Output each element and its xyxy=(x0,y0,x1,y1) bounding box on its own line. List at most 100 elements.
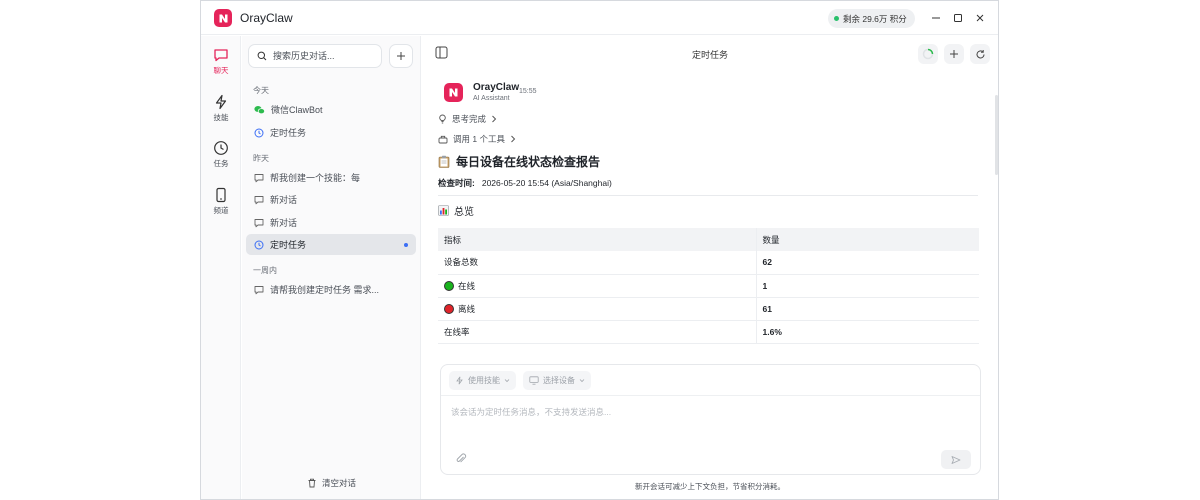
history-item-selected[interactable]: 定时任务 xyxy=(246,234,416,255)
new-session-button[interactable] xyxy=(944,44,964,64)
bar-chart-icon xyxy=(438,205,449,216)
chat-bubble-icon xyxy=(254,218,264,227)
search-box[interactable] xyxy=(248,44,382,68)
scrollbar[interactable] xyxy=(995,95,998,175)
metric-cell: 在线 xyxy=(438,274,757,298)
chevron-right-icon xyxy=(511,135,516,143)
send-button[interactable] xyxy=(941,450,971,469)
wechat-icon xyxy=(254,105,265,114)
app-logo-icon xyxy=(449,88,458,97)
assistant-name: OrayClaw xyxy=(473,82,520,93)
thinking-toggle[interactable]: 思考完成 xyxy=(438,113,497,125)
chat-bubble-icon xyxy=(254,173,264,182)
app-logo-icon xyxy=(214,9,232,27)
report-title-text: 每日设备在线状态检查报告 xyxy=(456,155,601,169)
history-item-label: 定时任务 xyxy=(270,240,307,250)
new-chat-button[interactable] xyxy=(389,44,413,68)
chat-header: 定时任务 xyxy=(422,36,998,70)
progress-indicator[interactable] xyxy=(918,44,938,64)
rail-item-channels[interactable]: 频道 xyxy=(201,187,241,227)
refresh-button[interactable] xyxy=(970,44,990,64)
lightning-icon xyxy=(215,94,227,110)
message-time: 15:55 xyxy=(519,88,537,95)
rail-item-tasks[interactable]: 任务 xyxy=(201,140,241,180)
composer: 使用技能 选择设备 该会话为定时任务消息，不支持发送消息... xyxy=(440,364,981,475)
chevron-down-icon xyxy=(504,379,510,383)
divider xyxy=(438,195,978,196)
rail-item-skills[interactable]: 技能 xyxy=(201,94,241,134)
paperclip-icon[interactable] xyxy=(455,453,467,465)
history-item[interactable]: 定时任务 xyxy=(246,122,416,143)
check-time: 检查时间: 2026-05-20 15:54 (Asia/Shanghai) xyxy=(438,177,612,189)
send-icon xyxy=(951,455,961,464)
value-cell: 62 xyxy=(756,251,979,275)
value-cell: 1.6% xyxy=(756,320,979,344)
status-dot-icon xyxy=(834,16,839,21)
history-item[interactable]: 微信ClawBot xyxy=(246,99,416,120)
plus-icon xyxy=(397,52,405,60)
trash-icon xyxy=(308,478,316,488)
composer-footnote: 新开会话可减少上下文负担，节省积分消耗。 xyxy=(635,482,785,491)
history-item-label: 请帮我创建定时任务 需求... xyxy=(270,285,380,295)
metric-cell: 设备总数 xyxy=(438,251,757,275)
tool-call-label: 调用 1 个工具 xyxy=(453,134,505,144)
table-header: 数量 xyxy=(756,228,979,251)
select-device-button[interactable]: 选择设备 xyxy=(523,371,591,390)
table-row: 离线 61 xyxy=(438,297,979,321)
credits-badge[interactable]: 剩余 29.6万 积分 xyxy=(828,9,915,28)
metric-label: 离线 xyxy=(458,303,476,314)
report-title: 每日设备在线状态检查报告 xyxy=(438,153,600,170)
nav-rail: 聊天 技能 任务 频道 xyxy=(201,36,241,499)
history-item[interactable]: 新对话 xyxy=(246,212,416,233)
group-label-today: 今天 xyxy=(253,86,269,95)
lightning-icon xyxy=(456,376,463,385)
metric-cell: 离线 xyxy=(438,297,757,321)
composer-placeholder[interactable]: 该会话为定时任务消息，不支持发送消息... xyxy=(451,406,611,418)
minimize-button[interactable] xyxy=(929,11,943,25)
toolbox-icon xyxy=(438,135,448,144)
history-item-label: 新对话 xyxy=(270,218,298,228)
clock-icon xyxy=(214,141,228,155)
check-time-label: 检查时间: xyxy=(438,178,475,188)
maximize-button[interactable] xyxy=(951,11,965,25)
red-circle-icon xyxy=(444,303,454,314)
history-item[interactable]: 新对话 xyxy=(246,189,416,210)
refresh-icon xyxy=(976,49,984,58)
lightbulb-icon xyxy=(439,114,446,124)
clipboard-icon xyxy=(438,155,450,168)
rail-label: 聊天 xyxy=(213,66,229,75)
phone-icon xyxy=(216,187,226,203)
chat-icon xyxy=(214,49,228,62)
search-input[interactable] xyxy=(273,51,373,61)
metric-label: 在线 xyxy=(458,280,476,291)
clear-history-button[interactable]: 清空对话 xyxy=(242,477,421,489)
chevron-down-icon xyxy=(579,379,585,383)
history-item[interactable]: 帮我创建一个技能：每 xyxy=(246,167,416,188)
history-item[interactable]: 请帮我创建定时任务 需求... xyxy=(246,279,416,300)
history-item-label: 帮我创建一个技能：每 xyxy=(270,173,361,183)
chat-bubble-icon xyxy=(254,195,264,204)
metric-cell: 在线率 xyxy=(438,320,757,344)
select-device-label: 选择设备 xyxy=(543,376,575,385)
history-item-label: 定时任务 xyxy=(270,128,307,138)
chevron-right-icon xyxy=(492,115,497,123)
table-row: 在线率 1.6% xyxy=(438,320,979,344)
title-bar: OrayClaw 剩余 29.6万 积分 xyxy=(201,1,998,35)
rail-label: 任务 xyxy=(213,159,229,168)
table-header-row: 指标 数量 xyxy=(438,228,979,251)
history-sidebar: 今天 微信ClawBot 定时任务 昨天 帮我创建一个技能：每 新对话 新对话 … xyxy=(242,36,421,499)
table-row: 设备总数 62 xyxy=(438,251,979,275)
group-label-week: 一周内 xyxy=(253,266,277,275)
check-time-value: 2026-05-20 15:54 (Asia/Shanghai) xyxy=(481,178,612,188)
app-window: OrayClaw 剩余 29.6万 积分 聊天 技能 任务 频道 搜索历史对话.… xyxy=(200,0,999,500)
use-skill-button[interactable]: 使用技能 xyxy=(449,371,516,390)
search-icon xyxy=(257,51,267,61)
overview-heading: 总览 xyxy=(438,203,474,218)
chat-bubble-icon xyxy=(254,285,264,294)
close-button[interactable] xyxy=(973,11,987,25)
chat-title: 定时任务 xyxy=(691,50,728,60)
tool-call-toggle[interactable]: 调用 1 个工具 xyxy=(438,133,516,145)
rail-item-chat[interactable]: 聊天 xyxy=(201,47,241,87)
monitor-icon xyxy=(529,376,539,385)
unread-dot-icon xyxy=(404,243,408,247)
